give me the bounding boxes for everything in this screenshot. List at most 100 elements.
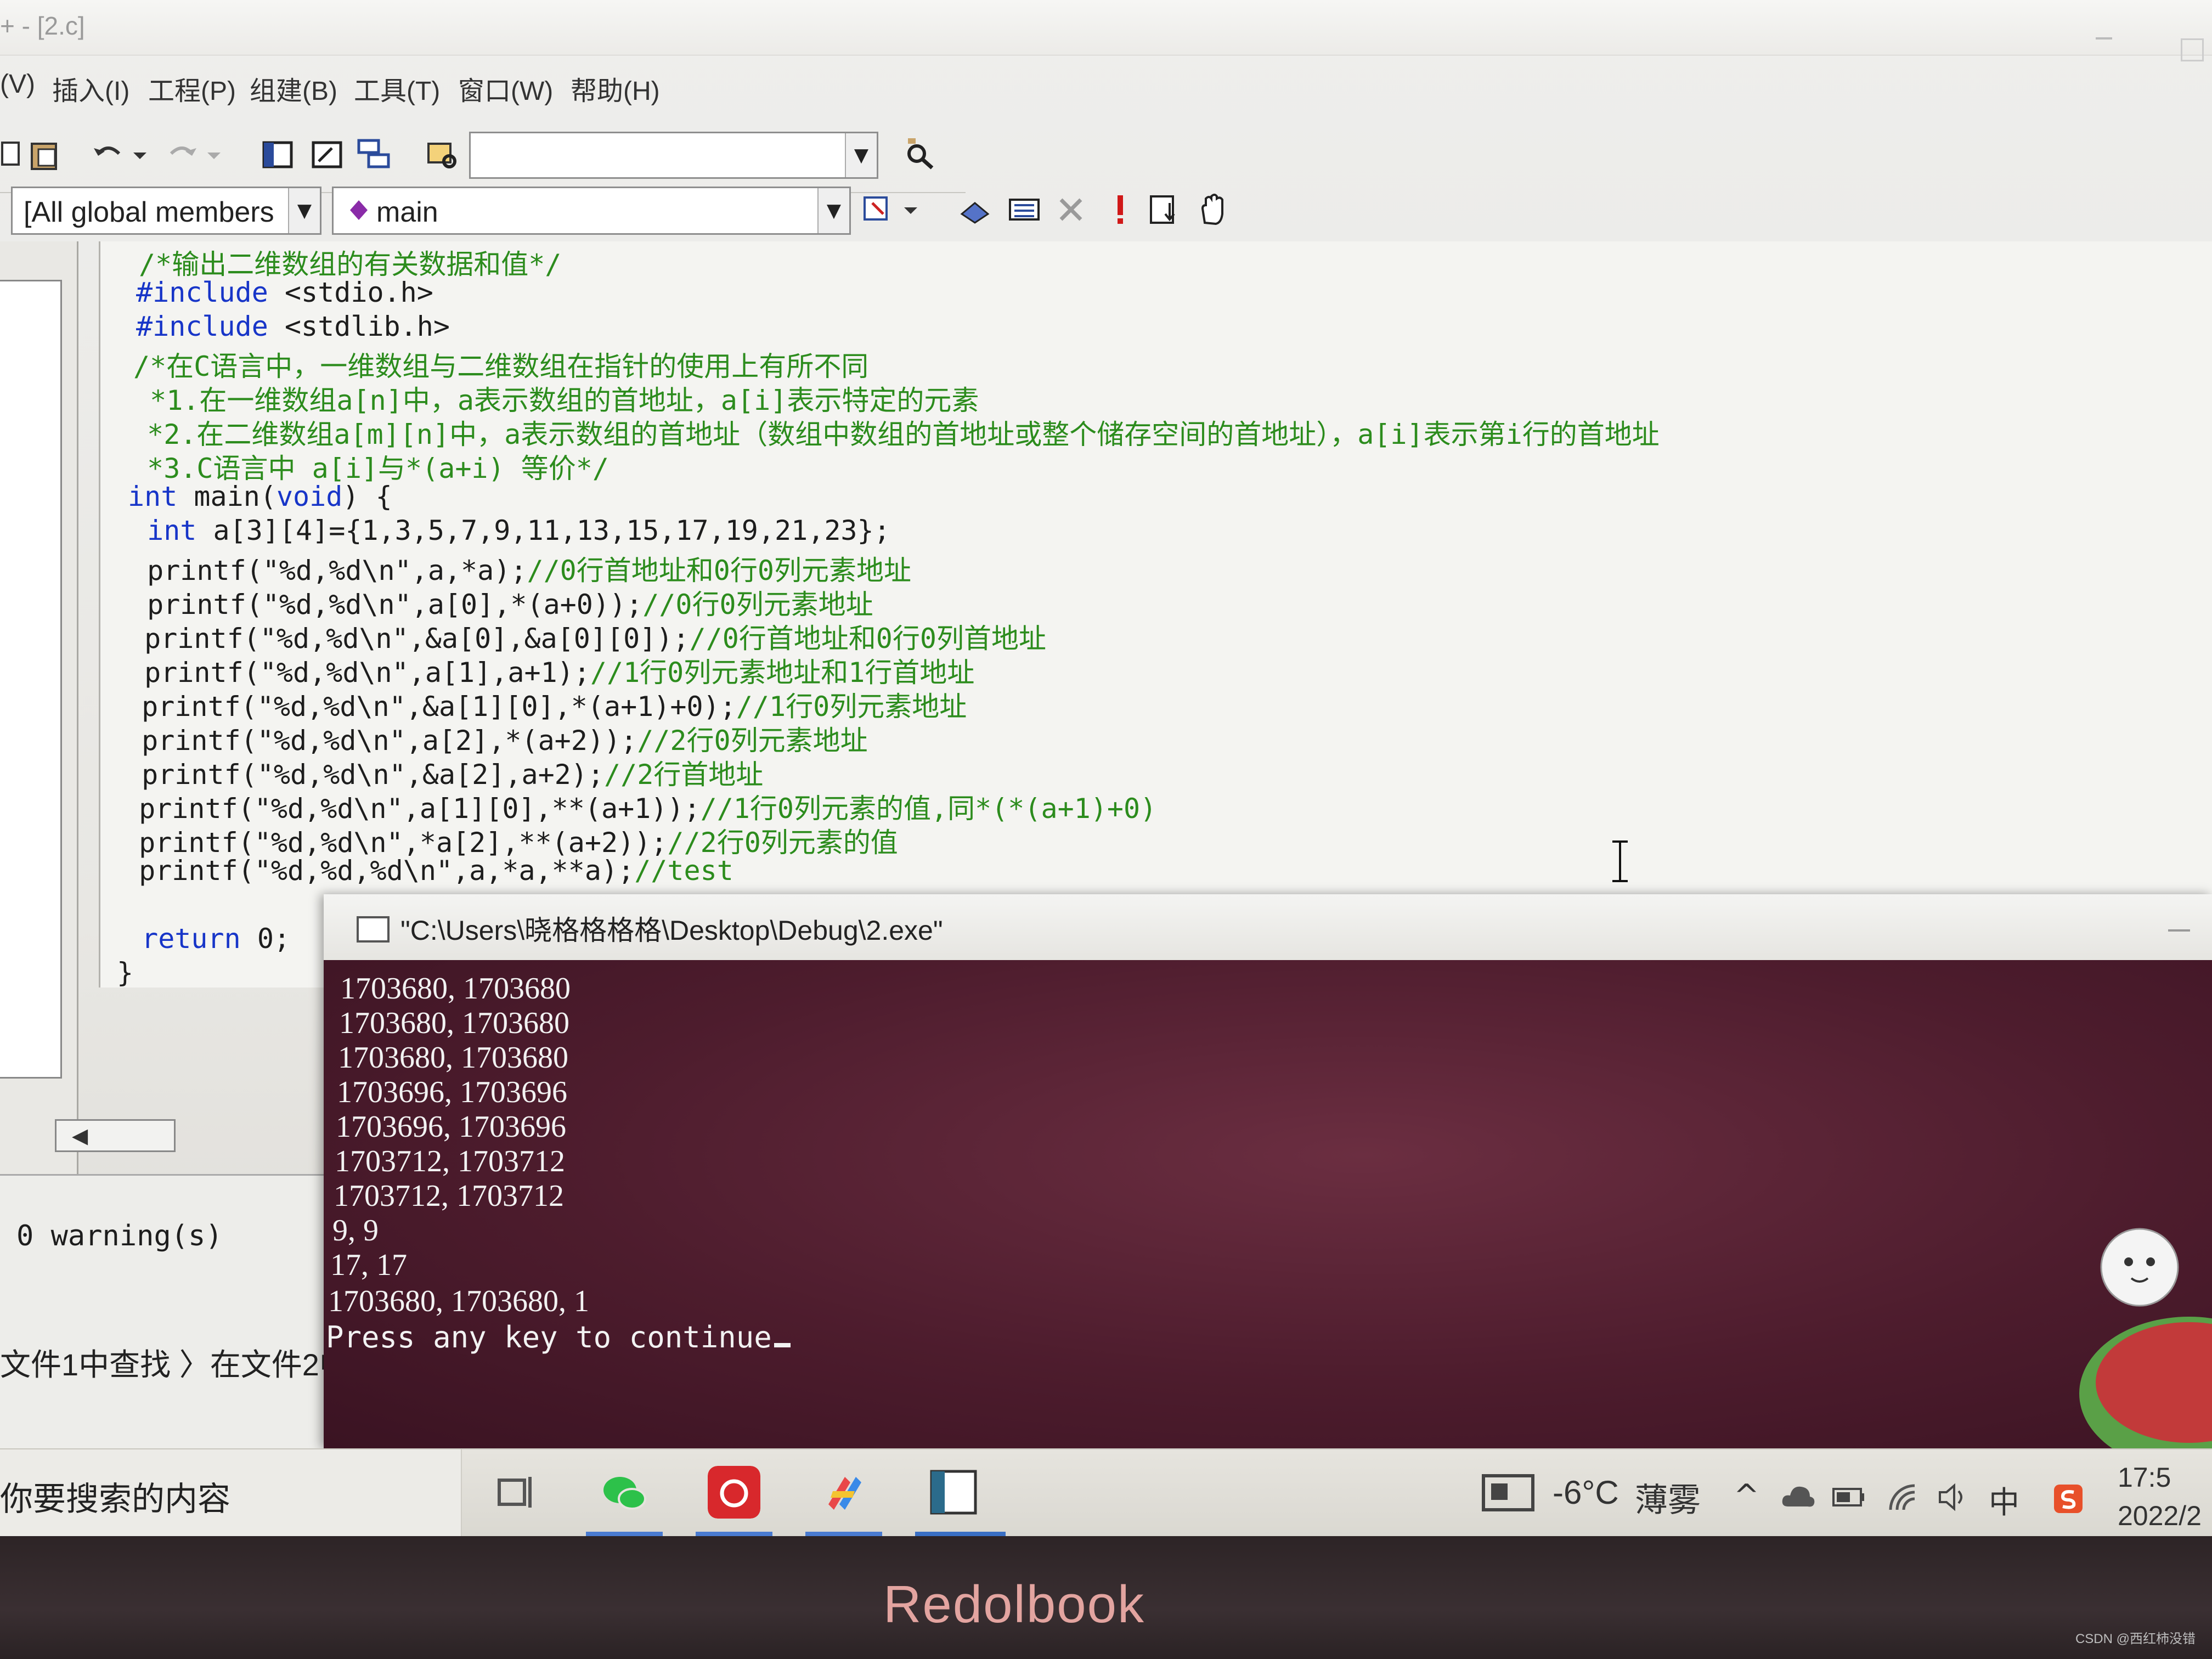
- code-line: #include <stdlib.h>: [136, 311, 450, 342]
- stop-build-icon[interactable]: [1053, 192, 1088, 227]
- class-combo[interactable]: [All global members ▼: [11, 187, 321, 235]
- code-comment: //0行首地址和0行0列元素地址: [527, 555, 911, 586]
- console-line: 9, 9: [332, 1214, 379, 1248]
- console-output: 1703680, 1703680 1703680, 1703680 170368…: [324, 960, 2212, 1448]
- chevron-left-icon[interactable]: ◀: [72, 1124, 88, 1148]
- code-line: return 0;: [125, 923, 290, 955]
- menu-project[interactable]: 工程(P): [148, 69, 236, 108]
- vc-ide-icon[interactable]: [927, 1466, 980, 1519]
- function-combo[interactable]: main ▼: [332, 187, 851, 235]
- menu-tools[interactable]: 工具(T): [354, 69, 440, 108]
- code-line: printf("%d,%d,%d\n",a,*a,**a);//test: [122, 855, 733, 887]
- battery-icon[interactable]: [1832, 1487, 1865, 1508]
- code-text: <stdlib.h>: [268, 311, 450, 342]
- breakpoint-hand-icon[interactable]: [1196, 192, 1231, 227]
- code-comment: *3.C语言中 a[i]与*(a+i) 等价*/: [131, 453, 609, 484]
- build-icon[interactable]: [1007, 192, 1042, 227]
- code-comment: //test: [634, 855, 733, 887]
- minimize-icon[interactable]: [2096, 37, 2112, 40]
- chevron-down-icon[interactable]: ▼: [288, 188, 320, 233]
- menu-insert[interactable]: 插入(I): [52, 69, 129, 108]
- code-comment: *1.在一维数组a[n]中，a表示数组的首地址，a[i]表示特定的元素: [133, 385, 979, 416]
- standard-toolbar: ▼: [0, 121, 966, 193]
- wizard-dropdown-icon[interactable]: [900, 192, 922, 227]
- menu-window[interactable]: 窗口(W): [458, 69, 553, 108]
- search-icon[interactable]: [902, 137, 938, 172]
- code-keyword: int: [131, 515, 197, 546]
- code-comment: *2.在二维数组a[m][n]中，a表示数组的首地址（数组中数组的首地址或整个储…: [131, 419, 1660, 450]
- volume-icon[interactable]: [1937, 1482, 1970, 1512]
- taskbar-search[interactable]: 你要搜索的内容: [0, 1449, 462, 1536]
- minimize-icon[interactable]: [2168, 929, 2190, 932]
- wechat-active-indicator: [586, 1532, 663, 1536]
- code-text: printf("%d,%d\n",a[1],a+1);: [128, 657, 590, 689]
- app-active-indicator: [805, 1532, 882, 1536]
- output-tabs[interactable]: 文件1中查找 〉在文件2中: [0, 1340, 350, 1385]
- music-active-indicator: [696, 1532, 772, 1536]
- console-line: 1703680, 1703680: [338, 1041, 568, 1075]
- code-comment: //1行0列元素的值,同*(*(a+1)+0): [700, 793, 1157, 825]
- console-line: 1703680, 1703680: [339, 1006, 569, 1040]
- code-line: }: [117, 957, 133, 989]
- menu-build[interactable]: 组建(B): [250, 69, 337, 108]
- watermark: CSDN @西红柿没错: [2075, 1632, 2196, 1646]
- chevron-up-icon[interactable]: ^: [1734, 1478, 1759, 1514]
- workspace-icon[interactable]: [261, 137, 296, 172]
- console-title-bar[interactable]: "C:\Users\晓格格格格\Desktop\Debug\2.exe": [324, 894, 2212, 961]
- redo-icon[interactable]: [165, 137, 200, 172]
- undo-dropdown-icon[interactable]: [129, 137, 151, 172]
- console-cursor: [774, 1343, 791, 1347]
- weather-desc[interactable]: 薄雾: [1635, 1474, 1701, 1521]
- chevron-down-icon[interactable]: ▼: [845, 133, 877, 177]
- weather-temp[interactable]: -6°C: [1553, 1474, 1619, 1511]
- menu-help[interactable]: 帮助(H): [571, 69, 660, 108]
- console-title: "C:\Users\晓格格格格\Desktop\Debug\2.exe": [400, 915, 943, 946]
- text-cursor-icon: [1612, 840, 1628, 882]
- console-prompt-text: Press any key to continue: [326, 1320, 772, 1355]
- console-line: 1703696, 1703696: [337, 1075, 567, 1109]
- news-widget-icon[interactable]: [1481, 1474, 1536, 1512]
- console-window[interactable]: "C:\Users\晓格格格格\Desktop\Debug\2.exe" 170…: [324, 894, 2212, 1448]
- code-text: }: [117, 957, 134, 989]
- code-comment: //1行0列元素地址: [736, 691, 967, 723]
- find-combo[interactable]: ▼: [469, 132, 878, 179]
- chevron-down-icon[interactable]: ▼: [817, 188, 849, 233]
- workspace-tree[interactable]: [0, 280, 62, 1079]
- netease-music-icon[interactable]: [708, 1466, 760, 1519]
- go-icon[interactable]: [1147, 192, 1182, 227]
- window-list-icon[interactable]: [357, 137, 392, 172]
- code-editor[interactable]: /*输出二维数组的有关数据和值*/#include <stdio.h> #incl…: [99, 241, 2212, 989]
- cloud-icon[interactable]: [1780, 1482, 1816, 1510]
- console-app-icon: [357, 916, 390, 943]
- build-warnings: 0 warning(s): [16, 1220, 223, 1252]
- code-text: printf("%d,%d\n",a[1][0],**(a+1));: [122, 793, 701, 825]
- wifi-icon[interactable]: [1887, 1482, 1920, 1512]
- maximize-icon[interactable]: [2181, 38, 2204, 61]
- app-colorful-icon[interactable]: [817, 1466, 870, 1519]
- taskbar-clock[interactable]: 17:5 2022/2: [2118, 1458, 2202, 1535]
- console-line: 1703712, 1703712: [334, 1179, 564, 1213]
- console-line: 1703680, 1703680: [340, 972, 571, 1006]
- code-comment: /*在C语言中，一维数组与二维数组在指针的使用上有所不同: [133, 351, 869, 382]
- wizard-action-icon[interactable]: [861, 192, 896, 227]
- code-comment: //2行0列元素地址: [637, 725, 868, 757]
- find-in-files-icon[interactable]: [425, 137, 460, 172]
- redo-dropdown-icon[interactable]: [203, 137, 225, 172]
- laptop-brand: Redolbook: [883, 1575, 1145, 1634]
- code-text: printf("%d,%d\n",&a[1][0],*(a+1)+0);: [125, 691, 736, 723]
- paste-icon[interactable]: [27, 137, 63, 172]
- code-comment: //2行首地址: [603, 759, 764, 791]
- horizontal-scrollbar[interactable]: ◀: [55, 1119, 176, 1152]
- wechat-icon[interactable]: [598, 1466, 651, 1519]
- output-window-icon[interactable]: [310, 137, 345, 172]
- compile-icon[interactable]: [957, 192, 992, 227]
- execute-icon[interactable]: [1103, 192, 1138, 227]
- ide-active-indicator: [915, 1532, 1006, 1536]
- sogou-ime-icon[interactable]: [2052, 1482, 2085, 1515]
- task-view-icon[interactable]: [488, 1466, 541, 1519]
- menu-view[interactable]: (V): [0, 69, 35, 99]
- ime-indicator[interactable]: 中: [1989, 1478, 2019, 1522]
- code-text: a[3][4]={1,3,5,7,9,11,13,15,17,19,21,23}…: [196, 515, 890, 546]
- code-keyword: #include: [136, 276, 268, 308]
- undo-icon[interactable]: [91, 137, 126, 172]
